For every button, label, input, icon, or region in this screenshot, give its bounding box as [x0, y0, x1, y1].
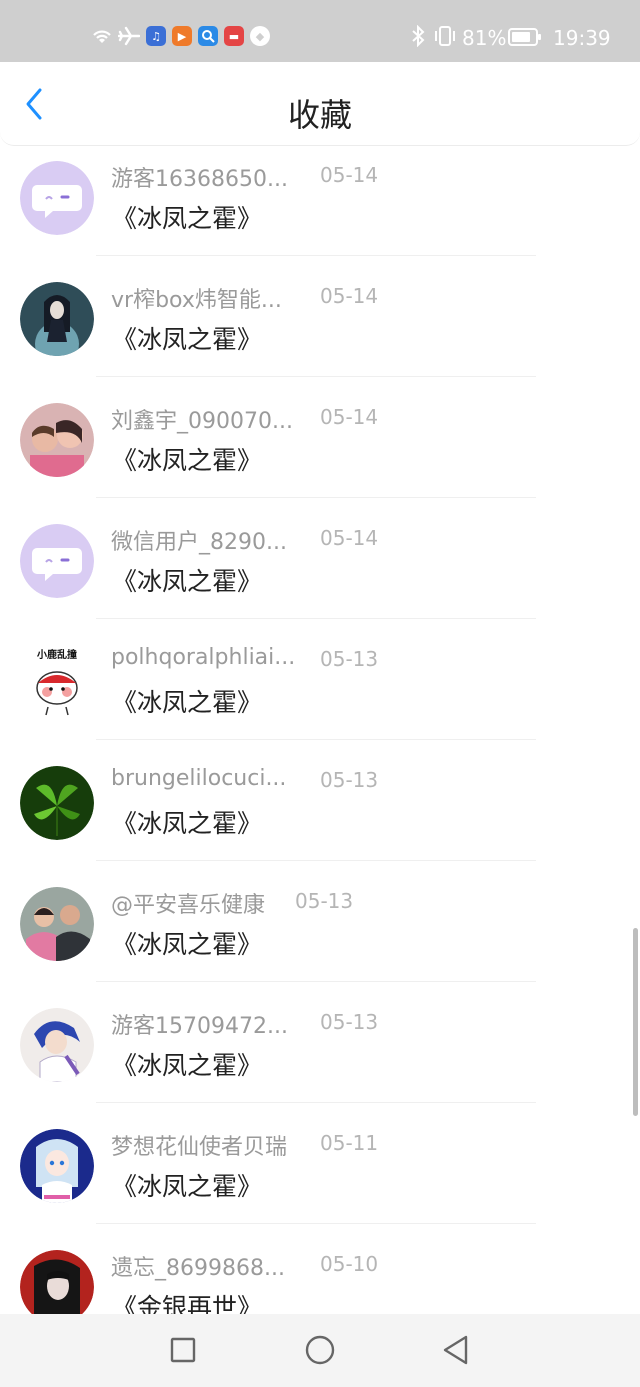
- item-date: 05-14: [320, 163, 379, 187]
- avatar[interactable]: [20, 1129, 94, 1203]
- header: 收藏: [0, 62, 640, 146]
- item-date: 05-14: [320, 526, 379, 550]
- back-icon: [443, 1335, 468, 1365]
- book-title[interactable]: 《冰凤之霍》: [112, 441, 262, 477]
- user-name: 游客15709472...: [111, 1014, 288, 1039]
- item-date: 05-13: [295, 889, 354, 913]
- scrollbar[interactable]: [633, 928, 638, 1116]
- recent-apps-icon: [170, 1337, 196, 1363]
- user-name: 游客16368650...: [111, 167, 288, 192]
- home-button[interactable]: [304, 1334, 336, 1366]
- svg-text:小鹿乱撞: 小鹿乱撞: [36, 648, 77, 661]
- wifi-icon: [90, 24, 114, 48]
- video-app-icon: ▶: [172, 26, 192, 46]
- avatar[interactable]: 小鹿乱撞: [20, 645, 94, 719]
- book-title[interactable]: 《冰凤之霍》: [112, 804, 262, 840]
- item-date: 05-11: [320, 1131, 379, 1155]
- avatar[interactable]: [20, 887, 94, 961]
- list-item[interactable]: 微信用户_8290... 05-14 《冰凤之霍》: [0, 510, 640, 631]
- list-item[interactable]: brungelilocuci... 05-13 《冰凤之霍》: [0, 752, 640, 873]
- user-name: @平安喜乐健康: [111, 893, 266, 918]
- avatar[interactable]: [20, 282, 94, 356]
- list-item[interactable]: 小鹿乱撞 polhqoralphliai... 05-13 《冰凤之霍》: [0, 631, 640, 752]
- user-name: 刘鑫宇_090070...: [111, 409, 293, 434]
- divider: [96, 255, 536, 256]
- avatar[interactable]: [20, 1250, 94, 1314]
- book-title[interactable]: 《冰凤之霍》: [112, 683, 262, 719]
- list-item[interactable]: 梦想花仙使者贝瑞 05-11 《冰凤之霍》: [0, 1115, 640, 1236]
- book-title[interactable]: 《冰凤之霍》: [112, 562, 262, 598]
- list-item[interactable]: 刘鑫宇_090070... 05-14 《冰凤之霍》: [0, 389, 640, 510]
- book-title[interactable]: 《冰凤之霍》: [112, 199, 262, 235]
- item-date: 05-10: [320, 1252, 379, 1276]
- avatar[interactable]: [20, 403, 94, 477]
- user-name: brungelilocuci...: [111, 766, 287, 791]
- status-bar: ♫ ▶ ▬ ◆ 81% 19:39: [0, 0, 640, 62]
- list-item[interactable]: 游客16368650... 05-14 《冰凤之霍》: [0, 147, 640, 268]
- book-title[interactable]: 《冰凤之霍》: [112, 925, 262, 961]
- item-date: 05-13: [320, 647, 379, 671]
- item-date: 05-14: [320, 405, 379, 429]
- avatar[interactable]: [20, 1008, 94, 1082]
- list-item[interactable]: @平安喜乐健康 05-13 《冰凤之霍》: [0, 873, 640, 994]
- item-date: 05-13: [320, 1010, 379, 1034]
- list-item[interactable]: vr榨box炜智能... 05-14 《冰凤之霍》: [0, 268, 640, 389]
- item-date: 05-14: [320, 284, 379, 308]
- avatar[interactable]: [20, 524, 94, 598]
- book-title[interactable]: 《冰凤之霍》: [112, 1167, 262, 1203]
- divider: [96, 739, 536, 740]
- shop-app-icon: ▬: [224, 26, 244, 46]
- vibrate-icon: [432, 24, 458, 48]
- item-date: 05-13: [320, 768, 379, 792]
- system-nav-bar: [0, 1314, 640, 1387]
- divider: [96, 981, 536, 982]
- divider: [96, 1223, 536, 1224]
- user-name: polhqoralphliai...: [111, 645, 296, 670]
- battery-percent: 81%: [462, 26, 507, 50]
- battery-icon: [508, 28, 541, 46]
- avatar[interactable]: [20, 161, 94, 235]
- recent-apps-button[interactable]: [167, 1334, 199, 1366]
- user-name: vr榨box炜智能...: [111, 288, 282, 313]
- divider: [96, 618, 536, 619]
- back-nav-button[interactable]: [440, 1334, 472, 1366]
- favorites-list: 游客16368650... 05-14 《冰凤之霍》 vr榨box炜智能... 05-1…: [0, 146, 640, 1314]
- page-title: 收藏: [287, 96, 352, 134]
- ball-app-icon: ◆: [250, 26, 270, 46]
- user-name: 微信用户_8290...: [111, 530, 287, 555]
- list-item[interactable]: 游客15709472... 05-13 《冰凤之霍》: [0, 994, 640, 1115]
- music-app-icon: ♫: [146, 26, 166, 46]
- divider: [96, 1102, 536, 1103]
- list-item[interactable]: 遗忘_8699868... 05-10 《金银再世》: [0, 1236, 640, 1314]
- user-name: 梦想花仙使者贝瑞: [111, 1135, 288, 1160]
- airplane-icon: [118, 24, 140, 48]
- search-app-icon: [198, 26, 218, 46]
- clock: 19:39: [553, 26, 611, 50]
- home-icon: [305, 1335, 335, 1365]
- bluetooth-icon: [410, 24, 426, 48]
- book-title[interactable]: 《冰凤之霍》: [112, 320, 262, 356]
- divider: [96, 497, 536, 498]
- divider: [96, 860, 536, 861]
- book-title[interactable]: 《冰凤之霍》: [112, 1046, 262, 1082]
- avatar[interactable]: [20, 766, 94, 840]
- divider: [96, 376, 536, 377]
- battery-level: [512, 32, 530, 42]
- book-title[interactable]: 《金银再世》: [112, 1288, 262, 1314]
- user-name: 遗忘_8699868...: [111, 1256, 285, 1281]
